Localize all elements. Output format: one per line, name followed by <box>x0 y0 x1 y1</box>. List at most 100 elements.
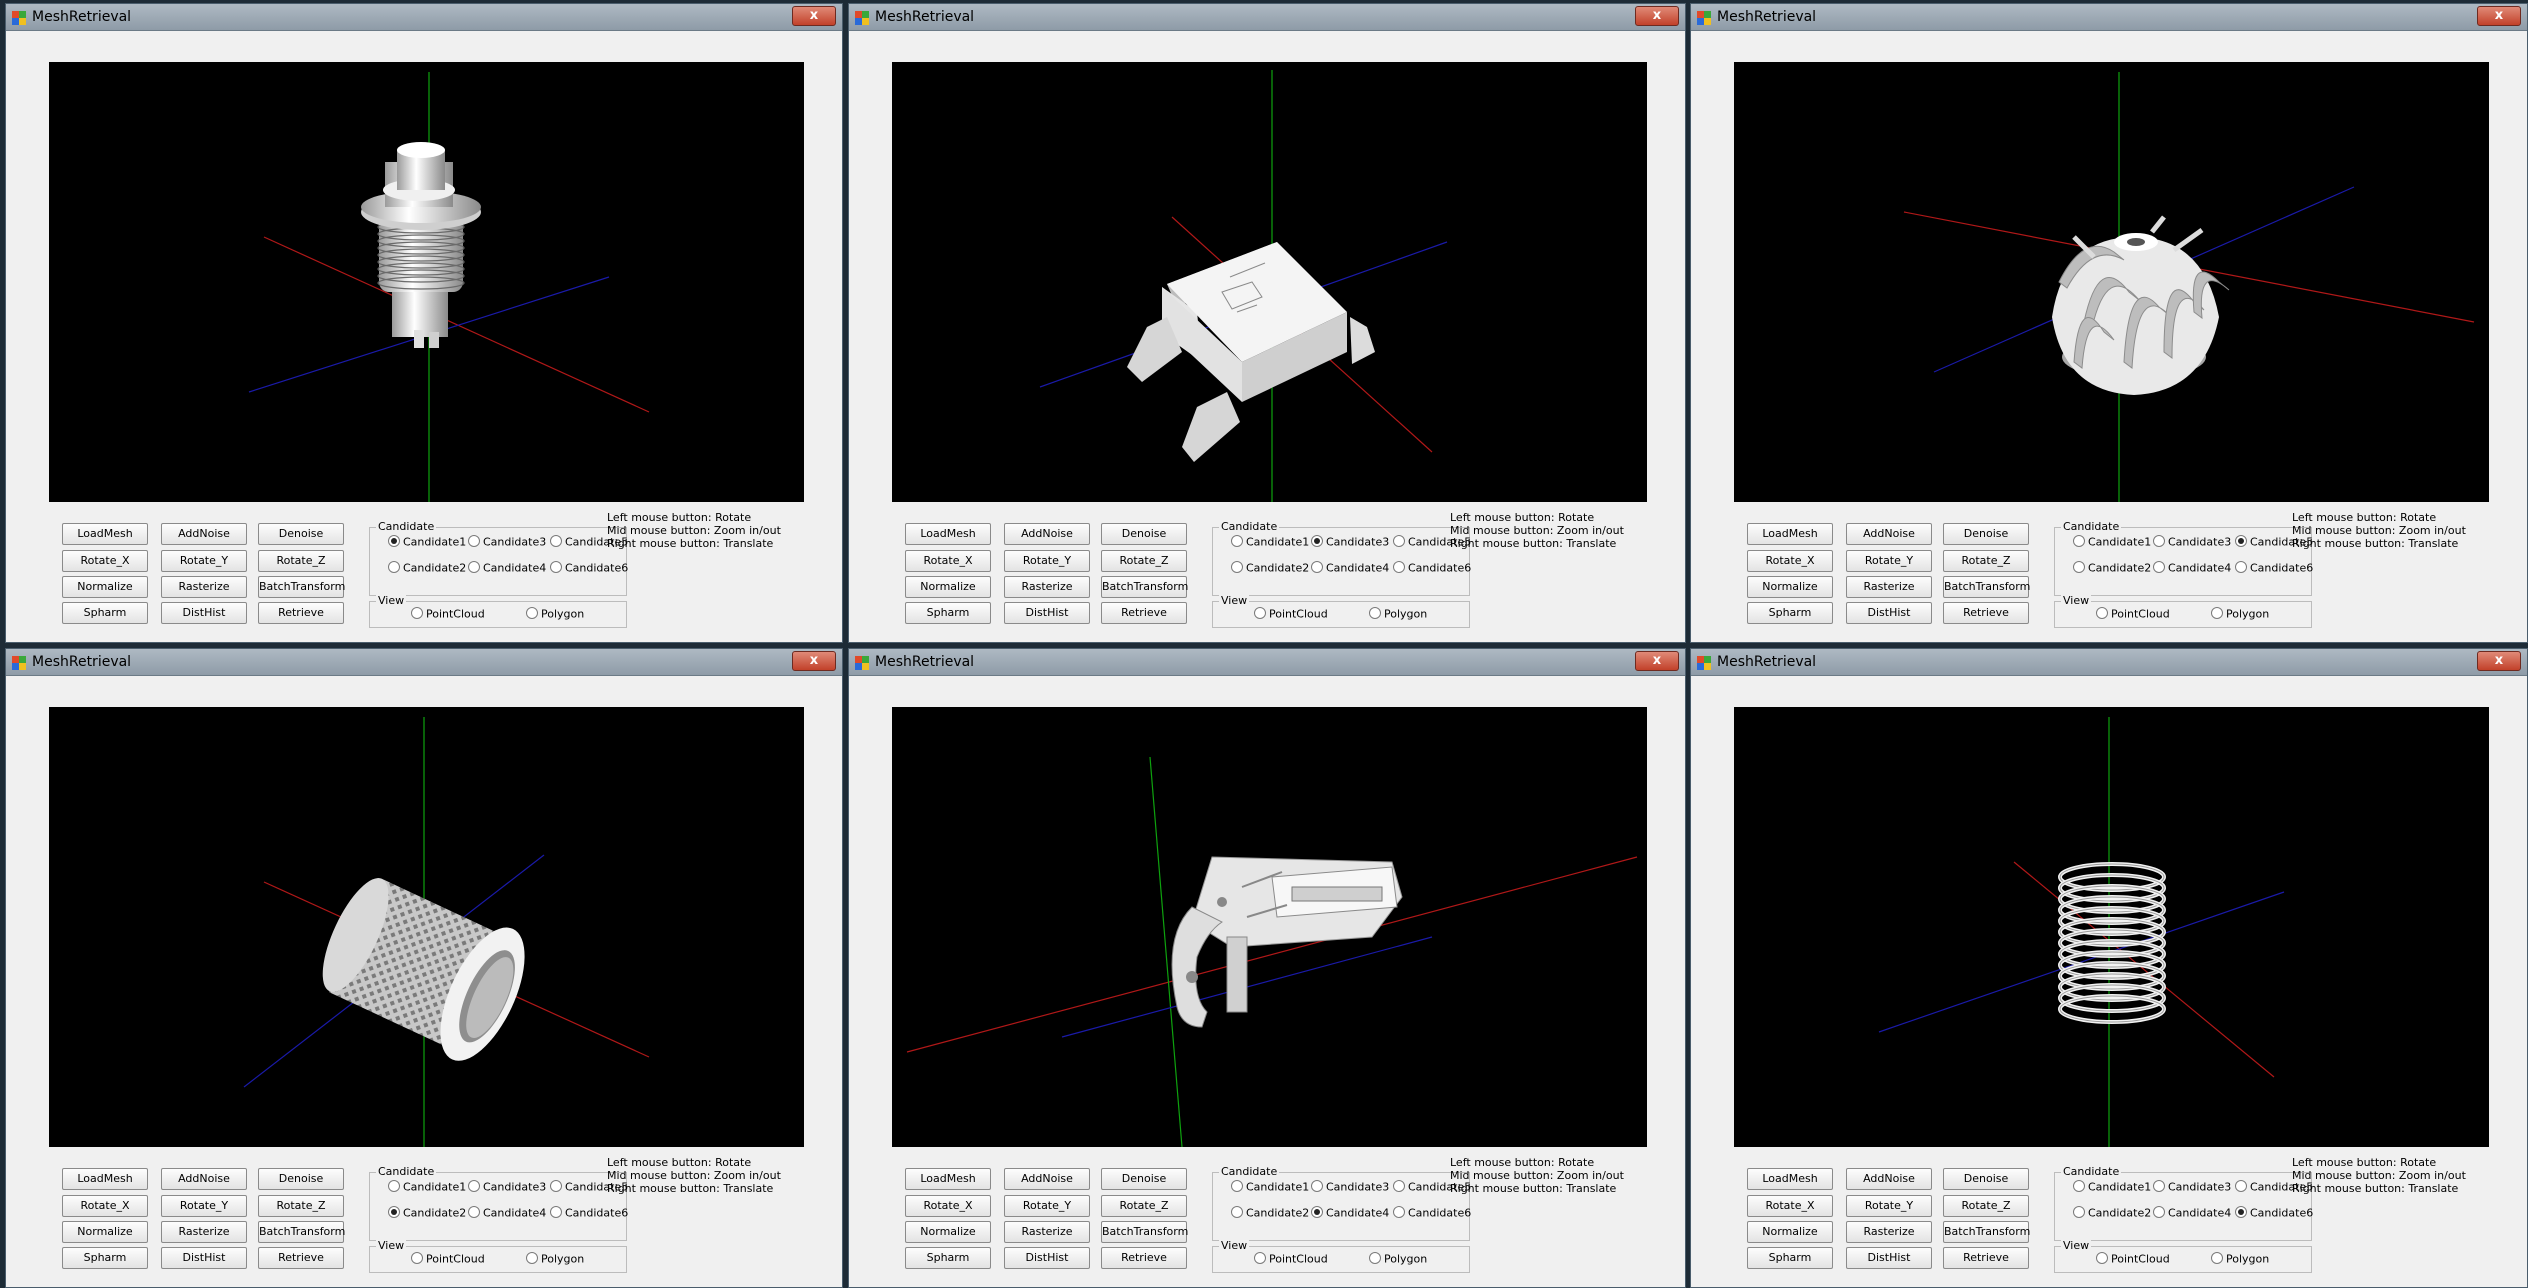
rotate-x-button[interactable]: Rotate_X <box>1747 1195 1833 1217</box>
rotate-z-button[interactable]: Rotate_Z <box>1943 1195 2029 1217</box>
candidate-radio-candidate6[interactable]: Candidate6 <box>1393 561 1471 577</box>
radio-indicator[interactable] <box>1231 1206 1243 1218</box>
load-mesh-button[interactable]: LoadMesh <box>1747 523 1833 545</box>
view-radio-pointcloud[interactable]: PointCloud <box>2096 607 2170 623</box>
radio-indicator[interactable] <box>468 1206 480 1218</box>
radio-indicator[interactable] <box>1311 1206 1323 1218</box>
batch-transform-button[interactable]: BatchTransform <box>1943 576 2030 598</box>
retrieve-button[interactable]: Retrieve <box>1101 602 1187 624</box>
title-bar[interactable]: MeshRetrieval x <box>1691 4 2527 31</box>
radio-indicator[interactable] <box>1254 1252 1266 1264</box>
normalize-button[interactable]: Normalize <box>62 576 148 598</box>
normalize-button[interactable]: Normalize <box>1747 1221 1833 1243</box>
candidate-radio-candidate3[interactable]: Candidate3 <box>2153 535 2231 551</box>
view-radio-polygon[interactable]: Polygon <box>2211 1252 2269 1268</box>
radio-indicator[interactable] <box>550 1180 562 1192</box>
radio-indicator[interactable] <box>526 607 538 619</box>
radio-indicator[interactable] <box>1231 561 1243 573</box>
radio-indicator[interactable] <box>2211 1252 2223 1264</box>
view-radio-polygon[interactable]: Polygon <box>526 607 584 623</box>
radio-indicator[interactable] <box>2153 535 2165 547</box>
load-mesh-button[interactable]: LoadMesh <box>1747 1168 1833 1190</box>
normalize-button[interactable]: Normalize <box>905 1221 991 1243</box>
radio-indicator[interactable] <box>468 561 480 573</box>
candidate-radio-candidate1[interactable]: Candidate1 <box>1231 1180 1309 1196</box>
spharm-button[interactable]: Spharm <box>1747 1247 1833 1269</box>
load-mesh-button[interactable]: LoadMesh <box>905 1168 991 1190</box>
radio-indicator[interactable] <box>411 1252 423 1264</box>
load-mesh-button[interactable]: LoadMesh <box>62 523 148 545</box>
radio-indicator[interactable] <box>1311 535 1323 547</box>
radio-indicator[interactable] <box>2235 535 2247 547</box>
candidate-radio-candidate6[interactable]: Candidate6 <box>550 561 628 577</box>
add-noise-button[interactable]: AddNoise <box>161 1168 247 1190</box>
radio-indicator[interactable] <box>2073 561 2085 573</box>
radio-indicator[interactable] <box>468 1180 480 1192</box>
batch-transform-button[interactable]: BatchTransform <box>258 1221 345 1243</box>
radio-indicator[interactable] <box>1369 1252 1381 1264</box>
radio-indicator[interactable] <box>2153 1180 2165 1192</box>
view-radio-pointcloud[interactable]: PointCloud <box>2096 1252 2170 1268</box>
normalize-button[interactable]: Normalize <box>905 576 991 598</box>
normalize-button[interactable]: Normalize <box>62 1221 148 1243</box>
batch-transform-button[interactable]: BatchTransform <box>1943 1221 2030 1243</box>
radio-indicator[interactable] <box>2073 1180 2085 1192</box>
radio-indicator[interactable] <box>526 1252 538 1264</box>
add-noise-button[interactable]: AddNoise <box>161 523 247 545</box>
radio-indicator[interactable] <box>2153 561 2165 573</box>
3d-viewport[interactable] <box>49 707 804 1147</box>
add-noise-button[interactable]: AddNoise <box>1846 523 1932 545</box>
view-radio-polygon[interactable]: Polygon <box>1369 607 1427 623</box>
radio-indicator[interactable] <box>2235 1206 2247 1218</box>
rotate-z-button[interactable]: Rotate_Z <box>1943 550 2029 572</box>
close-button[interactable]: x <box>792 651 836 671</box>
radio-indicator[interactable] <box>550 561 562 573</box>
radio-indicator[interactable] <box>388 561 400 573</box>
denoise-button[interactable]: Denoise <box>1101 523 1187 545</box>
add-noise-button[interactable]: AddNoise <box>1004 523 1090 545</box>
view-radio-pointcloud[interactable]: PointCloud <box>411 607 485 623</box>
candidate-radio-candidate1[interactable]: Candidate1 <box>2073 1180 2151 1196</box>
candidate-radio-candidate1[interactable]: Candidate1 <box>388 535 466 551</box>
radio-indicator[interactable] <box>1311 561 1323 573</box>
dist-hist-button[interactable]: DistHist <box>1004 1247 1090 1269</box>
view-radio-pointcloud[interactable]: PointCloud <box>1254 1252 1328 1268</box>
candidate-radio-candidate3[interactable]: Candidate3 <box>1311 535 1389 551</box>
rasterize-button[interactable]: Rasterize <box>161 576 247 598</box>
candidate-radio-candidate6[interactable]: Candidate6 <box>1393 1206 1471 1222</box>
candidate-radio-candidate4[interactable]: Candidate4 <box>1311 1206 1389 1222</box>
rotate-z-button[interactable]: Rotate_Z <box>1101 550 1187 572</box>
rotate-x-button[interactable]: Rotate_X <box>62 550 148 572</box>
view-radio-pointcloud[interactable]: PointCloud <box>1254 607 1328 623</box>
3d-viewport[interactable] <box>892 62 1647 502</box>
radio-indicator[interactable] <box>2096 1252 2108 1264</box>
add-noise-button[interactable]: AddNoise <box>1846 1168 1932 1190</box>
candidate-radio-candidate4[interactable]: Candidate4 <box>2153 1206 2231 1222</box>
radio-indicator[interactable] <box>388 1180 400 1192</box>
radio-indicator[interactable] <box>2073 1206 2085 1218</box>
radio-indicator[interactable] <box>1231 535 1243 547</box>
view-radio-pointcloud[interactable]: PointCloud <box>411 1252 485 1268</box>
title-bar[interactable]: MeshRetrieval x <box>6 4 842 31</box>
candidate-radio-candidate1[interactable]: Candidate1 <box>2073 535 2151 551</box>
rasterize-button[interactable]: Rasterize <box>1846 1221 1932 1243</box>
rotate-y-button[interactable]: Rotate_Y <box>161 1195 247 1217</box>
spharm-button[interactable]: Spharm <box>905 1247 991 1269</box>
view-radio-polygon[interactable]: Polygon <box>1369 1252 1427 1268</box>
radio-indicator[interactable] <box>2096 607 2108 619</box>
radio-indicator[interactable] <box>2153 1206 2165 1218</box>
rotate-y-button[interactable]: Rotate_Y <box>161 550 247 572</box>
batch-transform-button[interactable]: BatchTransform <box>1101 576 1188 598</box>
rasterize-button[interactable]: Rasterize <box>161 1221 247 1243</box>
retrieve-button[interactable]: Retrieve <box>1943 1247 2029 1269</box>
close-button[interactable]: x <box>2477 6 2521 26</box>
candidate-radio-candidate6[interactable]: Candidate6 <box>2235 1206 2313 1222</box>
load-mesh-button[interactable]: LoadMesh <box>62 1168 148 1190</box>
candidate-radio-candidate4[interactable]: Candidate4 <box>468 1206 546 1222</box>
retrieve-button[interactable]: Retrieve <box>258 602 344 624</box>
candidate-radio-candidate3[interactable]: Candidate3 <box>468 1180 546 1196</box>
3d-viewport[interactable] <box>892 707 1647 1147</box>
rasterize-button[interactable]: Rasterize <box>1004 576 1090 598</box>
candidate-radio-candidate1[interactable]: Candidate1 <box>1231 535 1309 551</box>
candidate-radio-candidate2[interactable]: Candidate2 <box>388 561 466 577</box>
